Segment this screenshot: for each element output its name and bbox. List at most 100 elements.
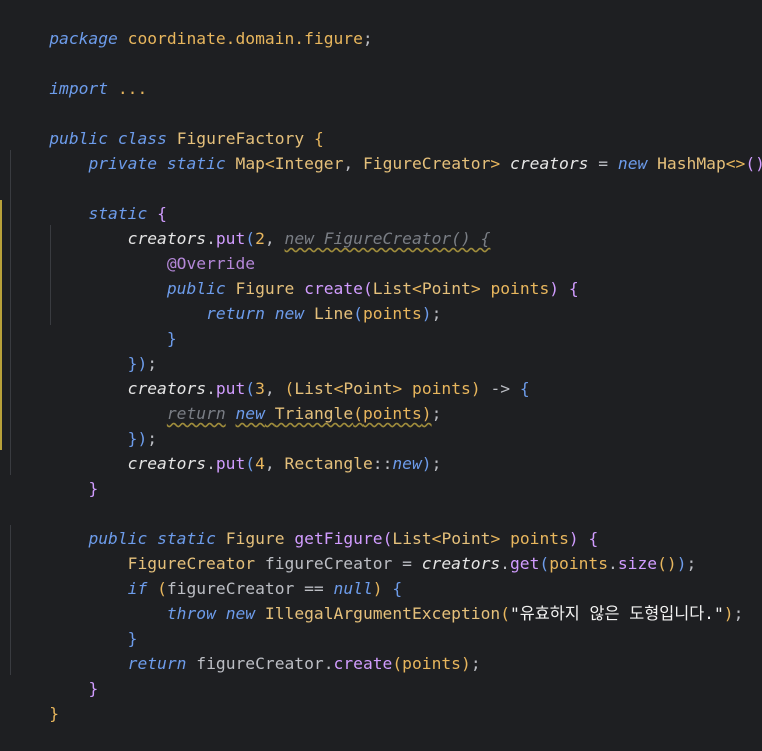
token-paren: (	[245, 454, 256, 473]
token-param: points	[362, 404, 422, 423]
token-keyword: return	[206, 304, 265, 323]
token-keyword: package	[49, 29, 118, 48]
token-brace: }	[166, 329, 177, 348]
token-punct: .	[206, 454, 216, 473]
token-punct: .	[323, 654, 334, 673]
code-line-28[interactable]: }	[10, 676, 59, 723]
token-paren: )	[421, 454, 432, 473]
token-method: size	[617, 554, 658, 573]
token-type: IllegalArgumentException	[264, 604, 501, 623]
token-paren: )	[470, 379, 481, 398]
token-generic: <	[264, 154, 275, 173]
token-keyword: new	[235, 404, 265, 423]
token-punct: ;	[431, 454, 442, 473]
token-arrow: ->	[480, 379, 520, 398]
token-paren: )	[461, 654, 471, 673]
token-type: FigureCreator	[362, 154, 491, 173]
code-line-8[interactable]: static {	[10, 176, 166, 223]
code-line-26[interactable]: return figureCreator.create(points);	[10, 626, 481, 673]
token-type: Rectangle	[284, 454, 373, 473]
token-number: 4	[255, 454, 265, 473]
code-line-9[interactable]: creators.put(2, new FigureCreator() {	[10, 201, 491, 248]
token-field: creators	[421, 554, 501, 573]
code-line-25[interactable]: }	[10, 601, 138, 648]
token-paren: )	[666, 554, 677, 573]
token-punct: .	[500, 554, 510, 573]
token-paren: )	[421, 304, 432, 323]
code-line-1[interactable]: package coordinate.domain.figure;	[10, 1, 373, 48]
token-paren: (	[353, 404, 363, 423]
code-line-21[interactable]: public static Figure getFigure(List<Poin…	[10, 501, 598, 548]
token-keyword: new	[617, 154, 648, 173]
token-string: "유효하지 않은 도형입니다."	[510, 604, 724, 623]
token-keyword: new	[392, 454, 422, 473]
code-line-12[interactable]: return new Line(points);	[10, 276, 441, 323]
token-punct: .	[608, 554, 618, 573]
code-line-10[interactable]: @Override	[10, 226, 255, 273]
token-type: Map	[235, 154, 265, 173]
code-line-16[interactable]: return new Triangle(points);	[10, 376, 442, 423]
token-paren: (	[500, 604, 510, 623]
code-line-27[interactable]: }	[10, 651, 98, 698]
token-paren: )	[549, 279, 560, 298]
code-line-6[interactable]: private static Map<Integer, FigureCreato…	[10, 126, 762, 173]
code-editor[interactable]: package coordinate.domain.figure; import…	[0, 0, 762, 723]
token-punct: ,	[264, 229, 285, 248]
token-method: get	[509, 554, 540, 573]
code-line-18[interactable]: creators.put(4, Rectangle::new);	[10, 426, 442, 473]
token-paren: )	[723, 604, 734, 623]
token-punct: ;	[431, 304, 442, 323]
token-param: points	[362, 304, 422, 323]
code-line-14[interactable]: });	[10, 326, 157, 373]
token-keyword: new	[225, 604, 256, 623]
code-line-15[interactable]: creators.put(3, (List<Point> points) -> …	[10, 351, 530, 398]
token-method-ref: ::	[372, 454, 393, 473]
token-brace: }	[88, 679, 99, 698]
code-line-17[interactable]: });	[10, 401, 157, 448]
token-param: points	[549, 554, 609, 573]
token-keyword: static	[166, 154, 226, 173]
token-punct: ,	[343, 154, 363, 173]
code-line-13[interactable]: }	[10, 301, 177, 348]
code-line-24[interactable]: throw new IllegalArgumentException("유효하지…	[10, 576, 744, 623]
token-generic: <>	[725, 154, 746, 173]
token-type: Triangle	[274, 404, 354, 423]
folded-imports[interactable]: ...	[108, 79, 147, 98]
token-method: create	[333, 654, 393, 673]
code-line-19[interactable]: }	[10, 451, 98, 498]
code-line-22[interactable]: FigureCreator figureCreator = creators.g…	[10, 526, 697, 573]
token-type: HashMap	[657, 154, 726, 173]
token-number: 2	[255, 229, 265, 248]
token-param: points	[402, 654, 461, 673]
token-paren: )	[421, 404, 432, 423]
token-type: Line	[313, 304, 354, 323]
token-operator: =	[588, 154, 618, 173]
token-param: points	[490, 279, 550, 298]
code-line-3[interactable]: import ...	[10, 51, 147, 98]
code-line-11[interactable]: public Figure create(List<Point> points)…	[10, 251, 579, 298]
token-keyword: private	[88, 154, 158, 173]
token-paren: (	[353, 304, 363, 323]
token-field: creators	[510, 154, 589, 173]
code-line-5[interactable]: public class FigureFactory {	[10, 101, 324, 148]
anonymous-class-hint[interactable]: new FigureCreator() {	[285, 229, 491, 248]
token-punct: ;	[431, 404, 442, 423]
token-punct: ;	[733, 604, 744, 623]
token-paren: )	[676, 554, 687, 573]
token-method: put	[215, 454, 246, 473]
code-line-23[interactable]: if (figureCreator == null) {	[10, 551, 403, 598]
token-brace: {	[568, 279, 579, 298]
token-paren: (	[539, 554, 550, 573]
